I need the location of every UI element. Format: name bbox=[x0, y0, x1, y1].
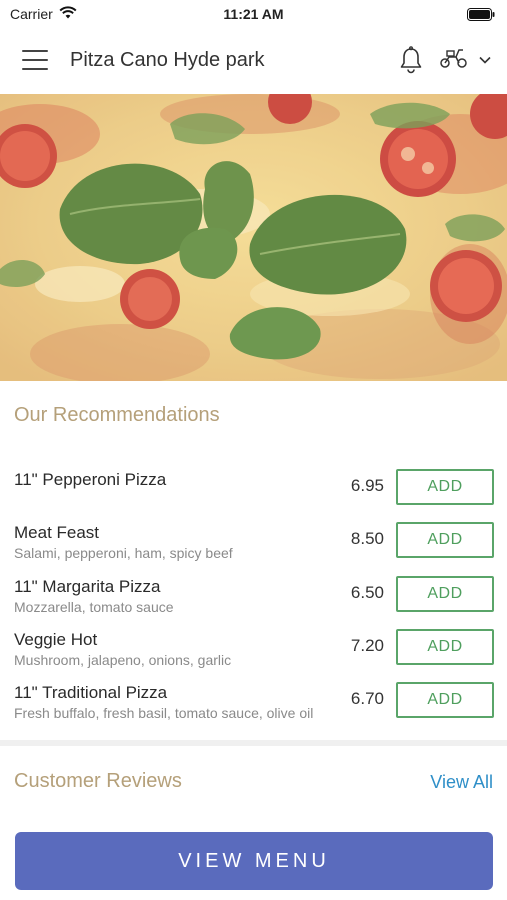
add-button[interactable]: ADD bbox=[396, 522, 494, 559]
item-description: Mozzarella, tomato sauce bbox=[14, 598, 174, 615]
scooter-dropdown[interactable] bbox=[439, 47, 491, 74]
item-name: 11" Margarita Pizza bbox=[14, 576, 161, 596]
item-price: 6.50 bbox=[350, 582, 384, 602]
reviews-title: Customer Reviews bbox=[14, 770, 182, 792]
item-price: 6.95 bbox=[350, 476, 384, 495]
list-item: Meat Feast Salami, pepperoni, ham, spicy… bbox=[0, 515, 507, 568]
page-title: Pitza Cano Hyde park bbox=[70, 48, 265, 71]
list-item: 11" Traditional Pizza Fresh buffalo, fre… bbox=[0, 675, 507, 728]
item-name: Meat Feast bbox=[14, 523, 100, 543]
app-header: Pitza Cano Hyde park bbox=[0, 30, 507, 90]
menu-icon[interactable] bbox=[22, 50, 48, 70]
item-description: Fresh buffalo, fresh basil, tomato sauce… bbox=[14, 705, 314, 722]
item-price: 8.50 bbox=[350, 529, 384, 549]
hero-image bbox=[0, 94, 507, 381]
add-button[interactable]: ADD bbox=[396, 628, 494, 665]
view-menu-button[interactable]: VIEW MENU bbox=[15, 832, 493, 890]
view-all-link[interactable]: View All bbox=[430, 772, 493, 793]
bell-icon[interactable] bbox=[399, 46, 423, 74]
item-description: Salami, pepperoni, ham, spicy beef bbox=[14, 545, 233, 562]
item-price: 7.20 bbox=[350, 635, 384, 655]
list-item: 11" Margarita Pizza Mozzarella, tomato s… bbox=[0, 569, 507, 622]
item-name: 11" Pepperoni Pizza bbox=[14, 470, 167, 489]
status-bar: Carrier 11:21 AM bbox=[0, 0, 507, 28]
add-button[interactable]: ADD bbox=[396, 682, 494, 719]
add-button[interactable]: ADD bbox=[396, 469, 494, 505]
chevron-down-icon bbox=[479, 51, 491, 69]
add-button[interactable]: ADD bbox=[396, 575, 494, 612]
item-name: Veggie Hot bbox=[14, 629, 98, 649]
list-item: Veggie Hot Mushroom, jalapeno, onions, g… bbox=[0, 622, 507, 675]
scooter-icon bbox=[439, 47, 469, 74]
status-left: Carrier bbox=[10, 6, 77, 22]
list-item: 11" Pepperoni Pizza 6.95 ADD bbox=[0, 462, 507, 515]
item-name: 11" Traditional Pizza bbox=[14, 683, 168, 703]
carrier-label: Carrier bbox=[10, 6, 53, 22]
recommendations-list: 11" Pepperoni Pizza 6.95 ADD Meat Feast … bbox=[0, 462, 507, 728]
wifi-icon bbox=[59, 6, 77, 22]
item-description: Mushroom, jalapeno, onions, garlic bbox=[14, 651, 232, 668]
pizza-photo bbox=[0, 94, 507, 381]
battery-icon bbox=[467, 7, 495, 21]
item-price: 6.70 bbox=[350, 689, 384, 709]
recommendations-title: Our Recommendations bbox=[14, 404, 220, 426]
section-divider bbox=[0, 740, 507, 746]
header-actions bbox=[399, 46, 491, 74]
